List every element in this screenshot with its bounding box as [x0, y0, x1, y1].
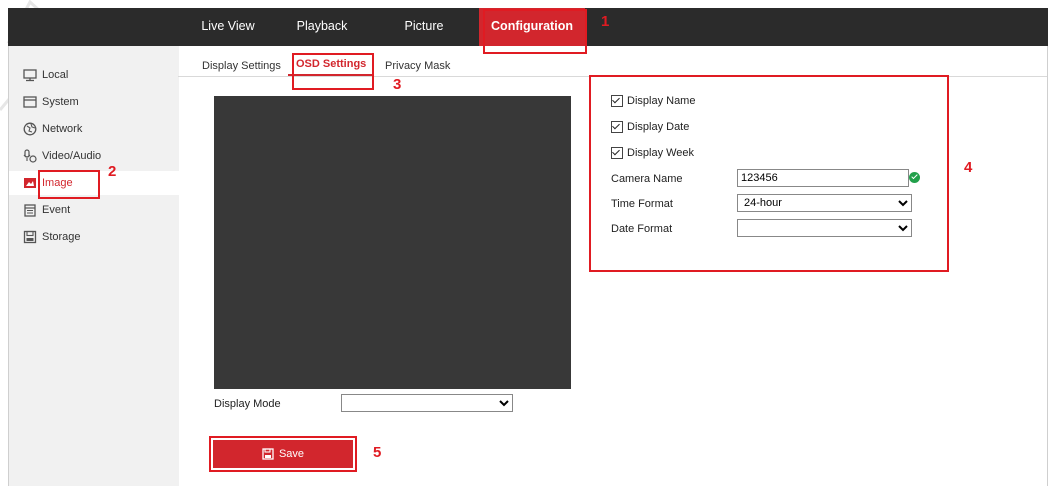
callout-number-2: 2	[108, 163, 117, 180]
microphone-camera-icon	[23, 149, 37, 163]
sidebar-item-label: Local	[42, 69, 69, 81]
nav-tab-live-view[interactable]: Live View	[188, 8, 268, 46]
callout-box-image	[38, 170, 100, 199]
nav-tab-playback[interactable]: Playback	[285, 8, 359, 46]
display-mode-select[interactable]	[341, 394, 513, 412]
callout-box-osd-settings	[292, 53, 374, 90]
sidebar-item-storage[interactable]: Storage	[9, 225, 179, 249]
callout-number-3: 3	[393, 76, 402, 93]
nav-tab-label: Picture	[404, 19, 444, 33]
nav-tab-label: Playback	[296, 19, 348, 33]
nav-tab-label: Live View	[201, 19, 255, 33]
sidebar-item-label: System	[42, 96, 79, 108]
monitor-icon	[23, 69, 37, 82]
sidebar-item-event[interactable]: Event	[9, 198, 179, 222]
calendar-icon	[24, 204, 36, 217]
storage-icon	[23, 230, 37, 244]
callout-box-configuration	[483, 9, 587, 54]
callout-box-save	[209, 436, 357, 472]
callout-number-4: 4	[964, 159, 973, 176]
sidebar-item-network[interactable]: Network	[9, 117, 179, 141]
sidebar: Local System Network Video/Audio Image E…	[8, 46, 179, 486]
nav-tab-picture[interactable]: Picture	[390, 8, 458, 46]
callout-box-osd-options	[589, 75, 949, 272]
window-icon	[23, 96, 37, 108]
sidebar-item-local[interactable]: Local	[9, 63, 179, 87]
globe-icon	[23, 122, 37, 136]
video-preview[interactable]	[214, 96, 571, 389]
sidebar-item-label: Storage	[42, 231, 81, 243]
sidebar-item-label: Video/Audio	[42, 150, 102, 162]
tab-display-settings[interactable]: Display Settings	[202, 60, 281, 72]
sidebar-item-label: Network	[42, 123, 83, 135]
sidebar-item-video-audio[interactable]: Video/Audio	[9, 144, 179, 168]
callout-number-1: 1	[601, 13, 610, 30]
sidebar-item-system[interactable]: System	[9, 90, 179, 114]
tab-privacy-mask[interactable]: Privacy Mask	[385, 60, 450, 72]
sidebar-item-label: Event	[42, 204, 71, 216]
image-icon	[24, 178, 36, 188]
display-mode-label: Display Mode	[214, 398, 281, 410]
callout-number-5: 5	[373, 444, 382, 461]
